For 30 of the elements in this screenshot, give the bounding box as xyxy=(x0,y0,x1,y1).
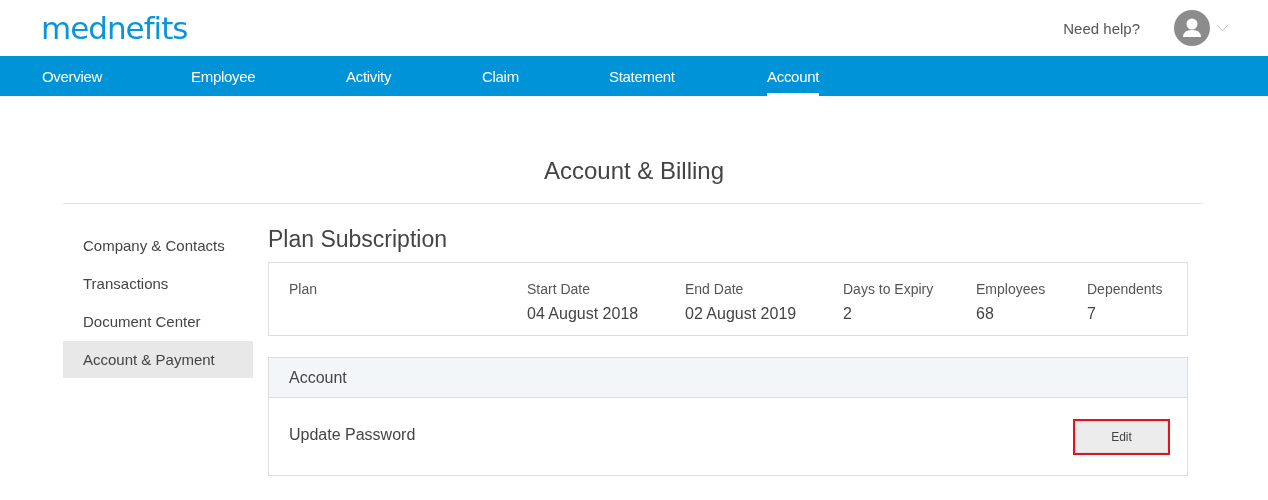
column-value: 04 August 2018 xyxy=(527,305,640,323)
nav-tab[interactable]: Claim xyxy=(482,56,609,96)
sidebar-item[interactable]: Account & Payment xyxy=(63,341,253,378)
column-value: 2 xyxy=(843,305,853,323)
logo[interactable]: mednefits xyxy=(41,10,188,46)
column-label: Employees xyxy=(976,281,1047,297)
sidebar-item[interactable]: Transactions xyxy=(63,272,253,296)
column-label: Dependents xyxy=(1087,281,1163,297)
column-value: 68 xyxy=(976,305,995,323)
column-value: 7 xyxy=(1087,305,1097,323)
nav-tab[interactable]: Account xyxy=(767,56,820,96)
column-value: 02 August 2019 xyxy=(685,305,798,323)
column-label: Start Date xyxy=(527,281,592,297)
edit-button[interactable]: Edit xyxy=(1075,421,1168,453)
help-link[interactable]: Need help? xyxy=(1063,19,1140,37)
panel-title: Account xyxy=(289,368,347,387)
section-title: Plan Subscription xyxy=(268,225,448,254)
chevron-down-icon[interactable] xyxy=(1217,24,1228,32)
sidebar-item[interactable]: Document Center xyxy=(63,310,253,334)
page-title: Account & Billing xyxy=(542,156,726,186)
avatar-icon[interactable] xyxy=(1174,10,1210,46)
column-label: Days to Expiry xyxy=(843,281,935,297)
nav-tab[interactable]: Statement xyxy=(609,56,767,96)
sidebar-item[interactable]: Company & Contacts xyxy=(63,234,253,258)
nav-tab[interactable]: Activity xyxy=(346,56,482,96)
column-label: Plan xyxy=(289,281,319,297)
nav-tab[interactable]: Employee xyxy=(191,56,346,96)
row-label: Update Password xyxy=(289,426,416,444)
column-label: End Date xyxy=(685,281,745,297)
nav-tab[interactable]: Overview xyxy=(42,56,191,96)
